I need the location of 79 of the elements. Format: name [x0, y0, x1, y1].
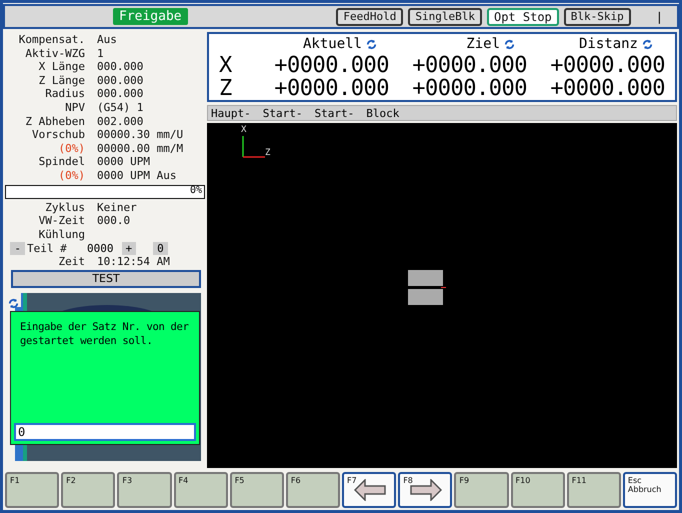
workpiece-drawing — [408, 270, 446, 306]
info-label: Kompensat. — [18, 33, 86, 47]
info-value: Aus — [97, 33, 117, 47]
function-key[interactable]: F2 — [61, 472, 116, 508]
info-value: 0000 UPM — [97, 155, 150, 169]
decrement-button[interactable]: - — [10, 242, 25, 255]
refresh-icon[interactable] — [642, 38, 653, 50]
function-key[interactable]: F4 — [174, 472, 228, 508]
info-value: 002.000 — [97, 114, 144, 128]
info-value: 000.000 — [97, 87, 144, 101]
function-key[interactable]: F8 — [398, 472, 452, 508]
refresh-icon[interactable] — [366, 38, 377, 50]
toggle-button[interactable]: Blk-Skip — [564, 8, 631, 26]
info-label: Radius — [44, 87, 86, 101]
info-value: 000.0 — [97, 214, 130, 228]
axis-label: X — [219, 54, 234, 77]
part-counter[interactable]: 0 — [153, 242, 168, 255]
toggle-button[interactable]: Opt Stop — [486, 8, 559, 26]
dialog-message: Eingabe der Satz Nr. von der gestartet werden soll. — [20, 320, 190, 348]
function-key[interactable]: F1 — [5, 472, 60, 508]
info-label: VW-Zeit — [38, 214, 86, 228]
axis-value: +0000.000 — [274, 78, 389, 100]
info-label: Kühlung — [38, 228, 86, 242]
axis-value: +0000.000 — [274, 54, 389, 77]
info-value: 0000 — [87, 242, 114, 255]
info-value: 000.000 — [97, 74, 144, 88]
info-value: 0000 UPM Aus — [97, 168, 176, 183]
enable-indicator: Freigabe — [113, 8, 188, 25]
refresh-icon[interactable] — [504, 38, 515, 50]
info-label: Zyklus — [44, 200, 86, 214]
info-label: X Länge — [38, 60, 86, 74]
info-label: NPV — [64, 100, 86, 115]
refresh-icon[interactable] — [8, 298, 19, 308]
function-key[interactable]: Esc Abbruch — [622, 472, 678, 508]
breadcrumb-item[interactable]: Haupt- — [211, 106, 251, 120]
function-key[interactable]: F10 — [510, 472, 565, 508]
axis-value: +0000.000 — [412, 54, 527, 77]
info-label: Z Abheben — [24, 114, 86, 128]
function-key[interactable]: F7 — [342, 472, 396, 508]
info-label: Vorschub — [31, 128, 86, 142]
info-value: Keiner — [97, 200, 137, 214]
info-value: 000.000 — [97, 60, 144, 74]
function-key[interactable]: F5 — [230, 472, 284, 508]
function-key[interactable]: F3 — [117, 472, 172, 508]
input-field[interactable]: 0 — [14, 422, 196, 440]
info-label: Teil # — [26, 242, 68, 255]
info-label: Spindel — [38, 155, 86, 169]
status-indicator: | — [656, 10, 663, 24]
toggle-button[interactable]: SingleBlk — [408, 8, 482, 26]
info-label: Zeit — [58, 254, 86, 268]
info-value: 00000.30 mm/U — [97, 128, 184, 142]
info-label: Z Länge — [38, 74, 86, 88]
progress-reading: 0% — [190, 184, 202, 196]
axis-value: +0000.000 — [412, 78, 527, 100]
info-label: Aktiv-WZG — [24, 46, 86, 60]
axis-label: Z — [219, 78, 234, 100]
breadcrumb-item[interactable]: Start- — [314, 106, 354, 120]
axis-value: +0000.000 — [550, 78, 665, 100]
info-value: (G54) 1 — [97, 100, 144, 115]
toggle-button[interactable]: FeedHold — [336, 8, 404, 26]
function-key[interactable]: F6 — [286, 472, 340, 508]
increment-button[interactable]: + — [122, 242, 136, 255]
mode-indicator: TEST — [11, 270, 201, 288]
left-arrow-icon — [354, 479, 386, 501]
info-value: 1 — [97, 46, 104, 60]
function-key[interactable]: F11 — [566, 472, 621, 508]
column-header: Distanz — [578, 36, 638, 52]
axis-label: Z — [265, 148, 270, 158]
axis-value: +0000.000 — [550, 54, 665, 77]
function-key[interactable]: F9 — [454, 472, 509, 508]
info-label: (0%) — [58, 142, 86, 156]
breadcrumb-item[interactable]: Block — [366, 106, 400, 120]
info-value: 10:12:54 AM — [97, 254, 170, 268]
axis-label: X — [241, 125, 246, 135]
breadcrumb-item[interactable]: Start- — [262, 106, 302, 120]
info-label: (0%) — [58, 168, 86, 183]
info-value: 00000.00 mm/M — [97, 142, 184, 156]
column-header: Ziel — [466, 36, 500, 52]
column-header: Aktuell — [302, 36, 362, 52]
